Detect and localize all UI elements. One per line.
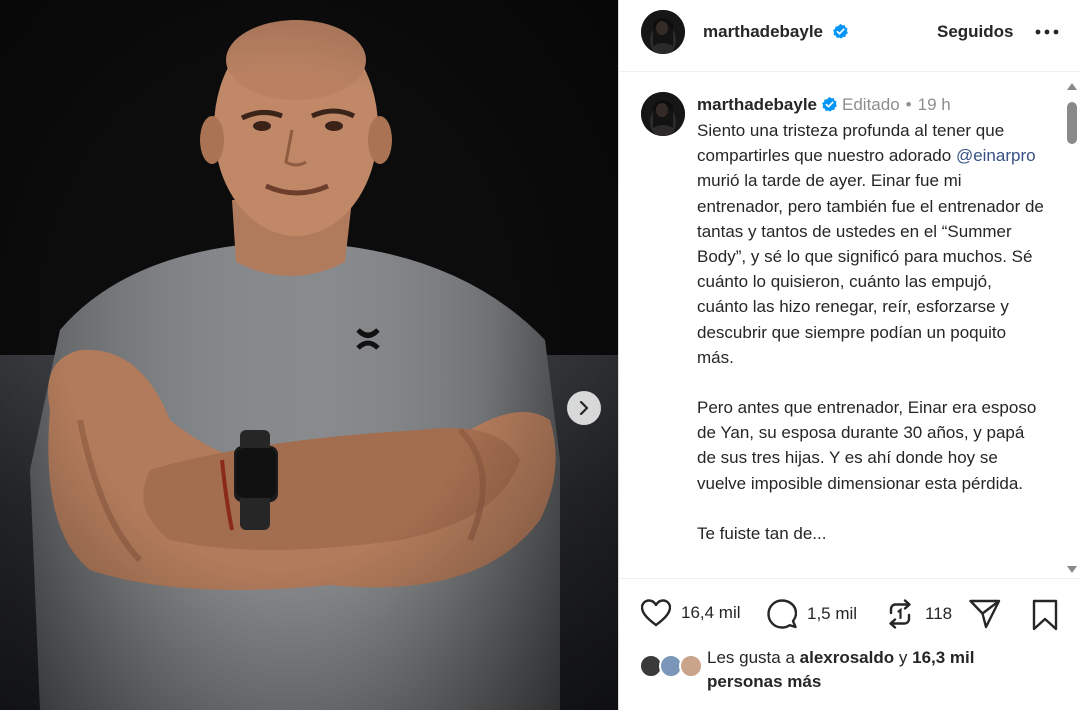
liked-by-text: Les gusta a alexrosaldo y 16,3 mil perso… — [707, 648, 975, 691]
more-horizontal-icon[interactable] — [1033, 20, 1061, 44]
send-icon — [969, 599, 1001, 629]
avatar[interactable] — [641, 10, 685, 54]
chevron-right-icon — [579, 401, 589, 415]
verified-badge-icon — [832, 23, 848, 39]
caption-text: Siento una tristeza profunda al tener qu… — [697, 118, 1047, 571]
verified-badge-icon — [822, 96, 837, 112]
avatar-image — [641, 10, 685, 54]
next-photo-button[interactable] — [567, 391, 601, 425]
caption-paragraph: Pero antes que entrenador, Einar era esp… — [697, 398, 1037, 493]
post-photo[interactable] — [0, 0, 618, 710]
share-button[interactable] — [969, 599, 1001, 629]
scrollbar-thumb[interactable] — [1067, 102, 1077, 144]
avatar-image — [641, 92, 685, 136]
mention-link[interactable]: @einarpro — [956, 146, 1036, 165]
repost-button[interactable]: 118 — [885, 599, 952, 629]
photo-vignette — [0, 0, 618, 710]
liked-by-user[interactable]: alexrosaldo — [800, 648, 895, 667]
liker-avatar — [679, 654, 703, 678]
caption-paragraph-truncated: Te fuiste tan de... — [697, 523, 827, 543]
post-side-panel: marthadebayle Seguidos marthadebayle Edi… — [618, 0, 1080, 710]
comment-button[interactable]: 1,5 mil — [767, 599, 857, 629]
heart-icon — [641, 599, 671, 627]
liked-by-count[interactable]: 16,3 mil — [912, 648, 974, 667]
scroll-up-arrow-icon[interactable] — [1067, 82, 1077, 90]
action-bar: 16,4 mil 1,5 mil 118 — [619, 578, 1080, 650]
scroll-down-arrow-icon[interactable] — [1067, 566, 1077, 574]
caption-username[interactable]: marthadebayle — [697, 95, 817, 114]
liker-avatars[interactable] — [639, 654, 705, 680]
like-count[interactable]: 16,4 mil — [681, 603, 741, 623]
header-username[interactable]: marthadebayle — [703, 22, 849, 42]
liked-by-section: Les gusta a alexrosaldo y 16,3 mil perso… — [619, 644, 1080, 710]
caption-fade — [619, 558, 1059, 578]
caption-paragraph: Siento una tristeza profunda al tener qu… — [697, 121, 1044, 367]
separator-dot: • — [905, 95, 912, 114]
bookmark-icon[interactable] — [1031, 599, 1059, 631]
caption-scrollbar[interactable] — [1065, 80, 1079, 576]
caption-area[interactable]: marthadebayle Editado • 19 h Siento una tr… — [619, 72, 1080, 578]
comment-icon — [767, 599, 797, 629]
post-header: marthadebayle Seguidos — [619, 0, 1080, 72]
repost-icon — [889, 599, 911, 629]
caption-avatar[interactable] — [641, 92, 685, 136]
liked-by-suffix[interactable]: personas más — [707, 672, 821, 691]
comment-count[interactable]: 1,5 mil — [807, 604, 857, 624]
post-time[interactable]: 19 h — [918, 95, 951, 114]
caption-header: marthadebayle Editado • 19 h — [697, 95, 951, 115]
like-button[interactable]: 16,4 mil — [641, 599, 741, 627]
repost-count[interactable]: 118 — [925, 604, 952, 624]
following-button[interactable]: Seguidos — [937, 22, 1014, 42]
edited-label: Editado — [842, 95, 900, 114]
